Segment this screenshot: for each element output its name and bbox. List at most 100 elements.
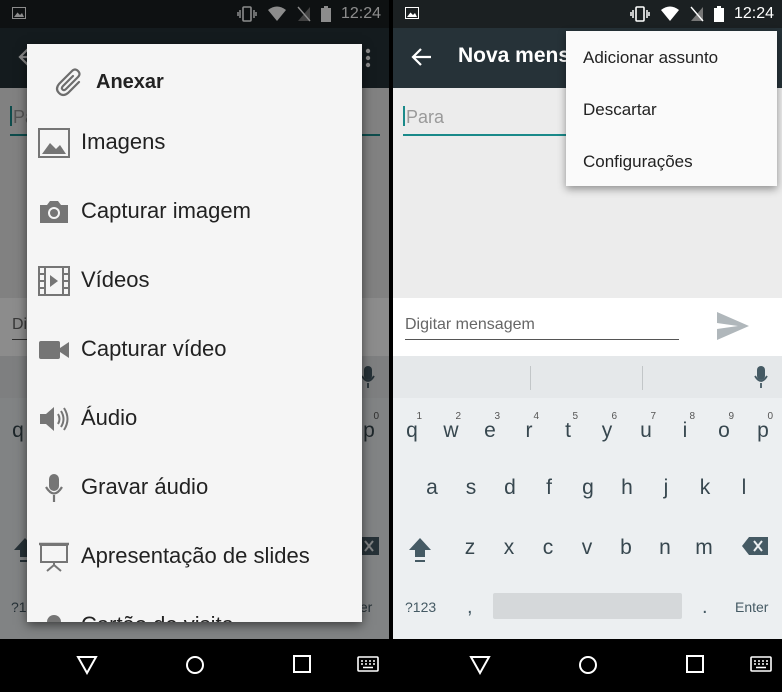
key-k[interactable]: k (686, 468, 724, 508)
key-u[interactable]: u7 (627, 411, 665, 451)
slideshow-icon (39, 542, 69, 572)
vibrate-icon (630, 6, 650, 22)
attach-item-label: Gravar áudio (81, 474, 209, 499)
notification-image-icon (405, 7, 419, 19)
key-hint: 3 (494, 411, 500, 422)
key-t[interactable]: t5 (549, 411, 587, 451)
overflow-menu: Adicionar assunto Descartar Configuraçõe… (566, 31, 777, 186)
key-h[interactable]: h (608, 468, 646, 508)
message-input[interactable]: Digitar mensagem (405, 316, 679, 340)
suggestion-strip (393, 356, 782, 398)
attach-dialog-header: Anexar (27, 64, 362, 102)
camera-icon (40, 201, 68, 223)
key-hint: 1 (416, 411, 422, 422)
key-r[interactable]: r4 (510, 411, 548, 451)
key-y[interactable]: y6 (588, 411, 626, 451)
attach-item-label: Imagens (81, 129, 166, 154)
key-x[interactable]: x (490, 528, 528, 568)
attach-dialog-title: Anexar (96, 71, 164, 93)
backspace-icon[interactable] (741, 536, 769, 556)
no-signal-icon (690, 6, 704, 22)
attach-item-label: Apresentação de slides (81, 543, 310, 568)
back-arrow-icon[interactable] (411, 46, 433, 68)
attach-item-capture-video[interactable]: Capturar vídeo (27, 320, 362, 380)
key-w[interactable]: w2 (432, 411, 470, 451)
key-j[interactable]: j (647, 468, 685, 508)
key-f[interactable]: f (530, 468, 568, 508)
menu-item-discard[interactable]: Descartar (583, 100, 657, 120)
key-n[interactable]: n (646, 528, 684, 568)
key-o[interactable]: o9 (705, 411, 743, 451)
image-icon (38, 128, 70, 158)
menu-item-add-subject[interactable]: Adicionar assunto (583, 48, 718, 68)
attach-item-videos[interactable]: Vídeos (27, 251, 362, 311)
send-icon[interactable] (716, 311, 750, 341)
attach-item-images[interactable]: Imagens (27, 113, 362, 173)
key-g[interactable]: g (569, 468, 607, 508)
key-s[interactable]: s (452, 468, 490, 508)
attach-item-label: Capturar imagem (81, 198, 251, 223)
right-screen: 12:24 Nova mensagem Para Digitar mensage… (393, 0, 782, 692)
attach-item-label: Áudio (81, 405, 138, 430)
contact-card-icon (47, 615, 61, 622)
key-i[interactable]: i8 (666, 411, 704, 451)
key-hint: 6 (611, 411, 617, 422)
nav-recents-icon[interactable] (293, 655, 311, 673)
key-hint: 9 (728, 411, 734, 422)
key-z[interactable]: z (451, 528, 489, 568)
key-label: r (525, 419, 533, 442)
attach-item-capture-image[interactable]: Capturar imagem (27, 182, 362, 242)
wifi-icon (660, 6, 679, 21)
nav-home-icon[interactable] (578, 655, 598, 675)
key-space[interactable] (493, 593, 682, 619)
nav-recents-icon[interactable] (686, 655, 704, 673)
key-hint: 8 (689, 411, 695, 422)
nav-back-icon[interactable] (469, 655, 491, 675)
keyboard-switch-icon[interactable] (357, 655, 379, 673)
voice-input-icon[interactable] (754, 365, 768, 389)
navigation-bar (0, 639, 389, 692)
attach-item-label: Vídeos (81, 267, 150, 292)
attach-item-audio[interactable]: Áudio (27, 389, 362, 449)
keyboard-switch-icon[interactable] (750, 655, 772, 673)
key-p[interactable]: p0 (744, 411, 782, 451)
key-enter[interactable]: Enter (735, 599, 768, 615)
key-a[interactable]: a (413, 468, 451, 508)
key-v[interactable]: v (568, 528, 606, 568)
attach-dialog: Anexar Imagens Capturar imagem Vídeos Ca… (27, 44, 362, 622)
key-b[interactable]: b (607, 528, 645, 568)
attach-item-contact-card[interactable]: Cartão de visita (27, 596, 362, 622)
keyboard: q1w2e3r4t5y6u7i8o9p0 asdfghjkl zxcvbnm ?… (393, 356, 782, 639)
shift-icon[interactable] (407, 536, 433, 564)
key-comma[interactable]: , (467, 596, 473, 619)
key-label: t (565, 419, 571, 442)
menu-item-settings[interactable]: Configurações (583, 152, 693, 172)
attach-item-record-audio[interactable]: Gravar áudio (27, 458, 362, 518)
navigation-bar (393, 639, 782, 692)
key-period[interactable]: . (702, 596, 708, 619)
attach-item-slideshow[interactable]: Apresentação de slides (27, 527, 362, 587)
key-hint: 4 (533, 411, 539, 422)
key-numbers[interactable]: ?123 (405, 599, 436, 615)
compose-bar: Digitar mensagem (393, 298, 782, 356)
key-m[interactable]: m (685, 528, 723, 568)
key-hint: 2 (455, 411, 461, 422)
mic-icon (45, 474, 63, 502)
videocam-icon (39, 341, 69, 359)
battery-icon (713, 6, 724, 22)
key-l[interactable]: l (725, 468, 763, 508)
speaker-icon (40, 407, 69, 431)
video-file-icon (38, 266, 70, 296)
key-c[interactable]: c (529, 528, 567, 568)
left-screen: 12:24 Pa Di q p0 ?1 ter Anexar Imagens C… (0, 0, 389, 692)
recipient-placeholder: Para (406, 107, 445, 127)
paperclip-icon (55, 68, 81, 97)
key-e[interactable]: e3 (471, 411, 509, 451)
key-q[interactable]: q1 (393, 411, 431, 451)
key-hint: 7 (650, 411, 656, 422)
nav-home-icon[interactable] (185, 655, 205, 675)
nav-back-icon[interactable] (76, 655, 98, 675)
status-bar: 12:24 (393, 0, 782, 28)
key-d[interactable]: d (491, 468, 529, 508)
key-label: i (682, 419, 688, 442)
